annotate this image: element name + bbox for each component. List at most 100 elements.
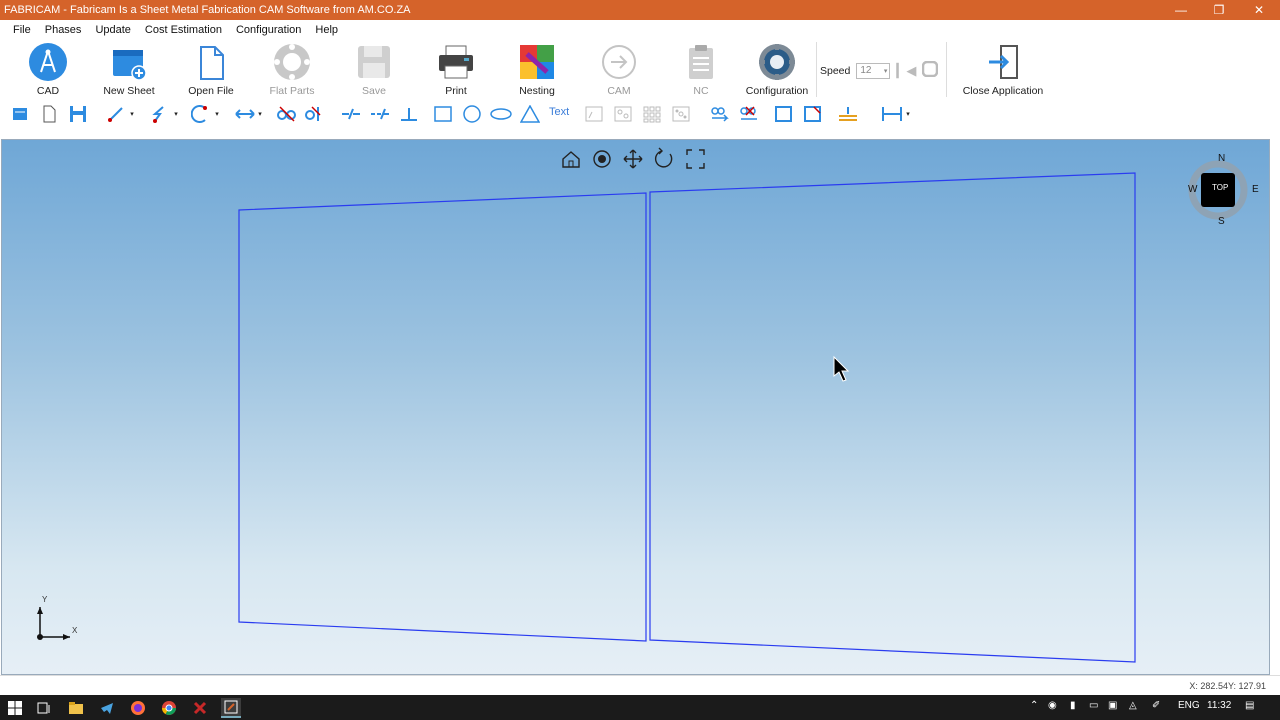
save-icon[interactable] bbox=[67, 103, 89, 125]
ellipse-tool-icon[interactable] bbox=[490, 103, 512, 125]
new-sheet-button[interactable]: New Sheet bbox=[88, 42, 170, 98]
join-tool-icon[interactable] bbox=[710, 103, 732, 125]
sheet-right[interactable] bbox=[649, 172, 1136, 663]
ribbon: CAD New Sheet Open File Flat Parts Save … bbox=[0, 39, 1280, 99]
battery-icon[interactable]: ▭ bbox=[1089, 700, 1098, 711]
polyline-dropdown-icon[interactable]: ▾ bbox=[170, 103, 182, 125]
task-view-icon[interactable] bbox=[34, 698, 54, 718]
print-label: Print bbox=[445, 85, 467, 97]
circle-tool-icon[interactable] bbox=[461, 103, 483, 125]
file-explorer-icon[interactable] bbox=[66, 698, 86, 718]
language-indicator[interactable]: ENG bbox=[1178, 700, 1200, 711]
telegram-icon[interactable] bbox=[97, 698, 117, 718]
menu-help[interactable]: Help bbox=[308, 24, 345, 36]
arrow-right-circle-icon bbox=[599, 42, 639, 82]
close-window-button[interactable]: ✕ bbox=[1240, 0, 1278, 20]
chrome-icon[interactable] bbox=[159, 698, 179, 718]
view-eye-icon[interactable] bbox=[593, 150, 611, 168]
fullscreen-icon[interactable] bbox=[686, 149, 705, 169]
menu-cost-estimation[interactable]: Cost Estimation bbox=[138, 24, 229, 36]
step-back-icon[interactable]: ▎◀ bbox=[896, 63, 916, 79]
pattern-tool-icon[interactable] bbox=[612, 103, 634, 125]
open-file-label: Open File bbox=[188, 85, 234, 97]
notifications-icon[interactable]: ▤ bbox=[1245, 700, 1254, 711]
fillet-tool-icon[interactable] bbox=[304, 103, 326, 125]
perpendicular-tool-icon[interactable] bbox=[398, 103, 420, 125]
menu-file[interactable]: File bbox=[6, 24, 38, 36]
circular-array-icon[interactable] bbox=[670, 103, 692, 125]
square-tool-icon[interactable] bbox=[773, 103, 795, 125]
arc-dropdown-icon[interactable]: ▾ bbox=[211, 103, 223, 125]
delete-duplicates-icon[interactable] bbox=[739, 103, 761, 125]
minimize-button[interactable]: — bbox=[1162, 0, 1200, 20]
restore-button[interactable]: ❐ bbox=[1200, 0, 1238, 20]
volume-icon[interactable]: ◬ bbox=[1129, 700, 1137, 711]
home-icon[interactable] bbox=[562, 151, 580, 168]
flat-parts-button[interactable]: Flat Parts bbox=[251, 42, 333, 98]
flat-parts-label: Flat Parts bbox=[269, 85, 315, 97]
exit-icon bbox=[983, 42, 1023, 82]
nc-label: NC bbox=[693, 85, 709, 97]
new-sheet-icon bbox=[109, 42, 149, 82]
open-file-button[interactable]: Open File bbox=[170, 42, 252, 98]
rotate-icon[interactable] bbox=[654, 147, 673, 168]
extend-dropdown-icon[interactable]: ▾ bbox=[254, 103, 266, 125]
chamfer-tool-icon[interactable] bbox=[802, 103, 824, 125]
pen-icon[interactable]: ✐ bbox=[1152, 700, 1160, 711]
line-tool-icon[interactable] bbox=[105, 103, 127, 125]
stop-icon[interactable] bbox=[922, 60, 939, 80]
print-button[interactable]: Print bbox=[415, 42, 497, 98]
split-tool-icon[interactable] bbox=[369, 103, 391, 125]
menu-configuration[interactable]: Configuration bbox=[229, 24, 308, 36]
network-icon[interactable]: ▣ bbox=[1108, 700, 1117, 711]
tray-app-icon[interactable]: ◉ bbox=[1048, 700, 1057, 711]
drawing-canvas[interactable]: TOP N S E W Y X bbox=[1, 139, 1270, 675]
measure-tool-icon[interactable] bbox=[836, 103, 858, 125]
trim-tool-icon[interactable] bbox=[276, 103, 298, 125]
configuration-button[interactable]: Configuration bbox=[736, 42, 818, 98]
sheet-left[interactable] bbox=[238, 192, 647, 642]
menu-update[interactable]: Update bbox=[88, 24, 137, 36]
microphone-icon[interactable]: ▮ bbox=[1070, 700, 1076, 711]
viewcube-east[interactable]: E bbox=[1252, 184, 1259, 195]
close-application-button[interactable]: Close Application bbox=[962, 42, 1044, 98]
text-tool[interactable]: Text bbox=[549, 106, 569, 118]
break-tool-icon[interactable] bbox=[340, 103, 362, 125]
grid-array-icon[interactable] bbox=[641, 103, 663, 125]
polygon-tool-icon[interactable] bbox=[519, 103, 541, 125]
save-button[interactable]: Save bbox=[333, 42, 415, 98]
nc-button[interactable]: NC bbox=[660, 42, 742, 98]
title-bar: FABRICAM - Fabricam Is a Sheet Metal Fab… bbox=[0, 0, 1280, 20]
window-title: FABRICAM - Fabricam Is a Sheet Metal Fab… bbox=[4, 4, 411, 16]
new-sheet-label: New Sheet bbox=[103, 85, 155, 97]
app-icon[interactable] bbox=[190, 698, 210, 718]
new-file-icon[interactable] bbox=[38, 103, 60, 125]
line-dropdown-icon[interactable]: ▾ bbox=[126, 103, 138, 125]
viewcube-west[interactable]: W bbox=[1188, 184, 1197, 195]
axis-x-label: X bbox=[72, 626, 78, 635]
menu-phases[interactable]: Phases bbox=[38, 24, 89, 36]
viewcube-south[interactable]: S bbox=[1218, 216, 1225, 227]
viewcube-north[interactable]: N bbox=[1218, 153, 1225, 164]
nesting-button[interactable]: Nesting bbox=[496, 42, 578, 98]
windows-start-icon[interactable] bbox=[5, 698, 25, 718]
cam-button[interactable]: CAM bbox=[578, 42, 660, 98]
pan-icon[interactable] bbox=[623, 149, 643, 169]
arc-tool-icon[interactable] bbox=[189, 103, 211, 125]
cad-button[interactable]: CAD bbox=[7, 42, 89, 98]
layers-icon[interactable] bbox=[9, 103, 31, 125]
nesting-label: Nesting bbox=[519, 85, 555, 97]
viewcube-face[interactable]: TOP bbox=[1212, 183, 1228, 192]
save-label: Save bbox=[362, 85, 386, 97]
block-tool-icon[interactable] bbox=[583, 103, 605, 125]
clock[interactable]: 11:32 bbox=[1207, 700, 1231, 711]
firefox-icon[interactable] bbox=[128, 698, 148, 718]
rectangle-tool-icon[interactable] bbox=[432, 103, 454, 125]
dimension-tool-icon[interactable] bbox=[880, 103, 902, 125]
extend-tool-icon[interactable] bbox=[234, 103, 256, 125]
fabricam-taskbar-icon[interactable] bbox=[221, 698, 241, 718]
chevron-up-icon[interactable]: ⌃ bbox=[1030, 700, 1038, 711]
dimension-dropdown-icon[interactable]: ▾ bbox=[902, 103, 914, 125]
polyline-tool-icon[interactable] bbox=[149, 103, 171, 125]
speed-select[interactable]: 12 ▾ bbox=[856, 62, 891, 79]
